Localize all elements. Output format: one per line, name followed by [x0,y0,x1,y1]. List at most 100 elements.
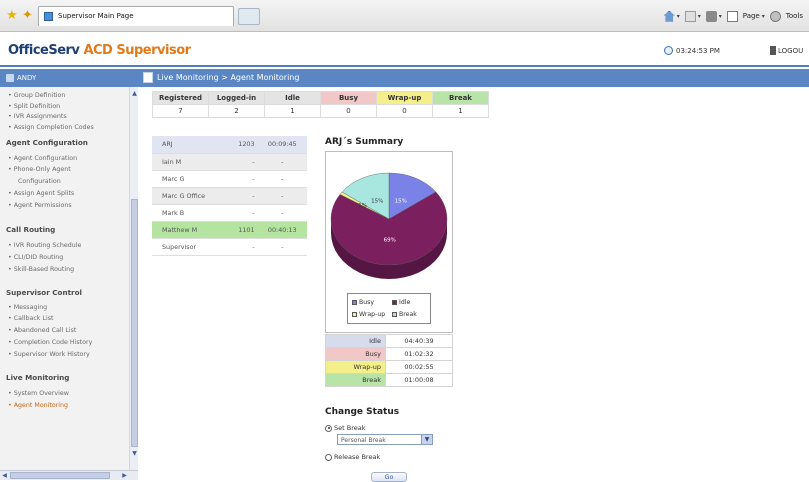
agent-name: Supervisor [152,238,218,256]
chevron-down-icon[interactable]: ▾ [677,13,680,20]
sidebar-item[interactable]: • Agent Configuration [8,155,77,162]
change-status-title: Change Status [325,407,400,417]
sidebar-item[interactable]: • Agent Permissions [8,202,72,209]
scrollbar-thumb[interactable] [131,199,138,447]
scroll-left-icon[interactable]: ◀ [0,471,9,480]
sidebar-item[interactable]: • IVR Assignments [8,113,67,120]
sidebar-item[interactable]: • Skill-Based Routing [8,266,74,273]
agent-extension: - [217,170,258,188]
chevron-down-icon[interactable]: ▾ [698,13,701,20]
sidebar-item[interactable]: • Agent Monitoring [8,402,68,409]
sidebar-hscrollbar[interactable]: ◀ ▶ [0,470,138,480]
go-button[interactable]: Go [371,472,407,482]
sidebar-item[interactable]: • Assign Agent Splits [8,190,74,197]
sidebar-section-heading: Agent Configuration [6,138,88,147]
scroll-down-icon[interactable]: ▼ [131,449,138,458]
agent-row[interactable]: Matthew M 1101 00:40:13 [152,221,307,239]
sidebar-item[interactable]: • Callback List [8,315,53,322]
favorites-star-icon[interactable]: ★ [6,9,18,22]
pie-percent-label: 15% [395,199,407,205]
time-label: Break [325,373,386,387]
agent-time: - [257,153,307,171]
sidebar-item[interactable]: • Assign Completion Codes [8,124,94,131]
time-row-busy: Busy 01:02:32 [325,347,453,361]
home-icon[interactable] [663,10,675,22]
app-header: OfficeServ ACD Supervisor 03:24:53 PM LO… [0,33,809,67]
time-row-break: Break 01:00:08 [325,373,453,387]
legend-label: Break [399,311,417,318]
sidebar-item[interactable]: • Messaging [8,304,47,311]
new-tab-button[interactable] [238,8,260,25]
header-logged-in: Logged-in [208,91,265,105]
sidebar-item[interactable]: • Completion Code History [8,339,92,346]
value-break: 1 [432,104,489,118]
agent-row[interactable]: Supervisor - - [152,238,307,256]
legend-swatch [352,300,357,305]
add-favorites-icon[interactable]: ✦ [22,9,33,22]
browser-toolbar: ★ ✦ Supervisor Main Page ▾ ▾ ▾ Page ▾ To… [0,0,809,32]
sidebar-scrollbar[interactable]: ▲ ▼ [129,87,138,470]
value-wrap-up: 0 [376,104,433,118]
agent-name: ARJ [152,136,218,154]
legend-idle: Idle [392,299,410,306]
time-row-idle: Idle 04:40:39 [325,334,453,348]
agent-time: 00:40:13 [257,221,307,239]
value-logged-in: 2 [208,104,265,118]
agent-name: Iain M [152,153,218,171]
agent-extension: - [217,153,258,171]
agent-row[interactable]: Marc G Office - - [152,187,307,205]
app-logo: OfficeServ ACD Supervisor [8,43,191,58]
sidebar-item[interactable]: • Split Definition [8,103,60,110]
set-break-label: Set Break [334,424,366,432]
sidebar-item[interactable]: • Supervisor Work History [8,351,90,358]
page-menu-icon[interactable] [726,10,738,22]
scroll-up-icon[interactable]: ▲ [131,89,138,98]
logout-link[interactable]: LOGOU [770,46,803,55]
browser-tab[interactable]: Supervisor Main Page [38,6,234,26]
set-break-radio[interactable] [325,424,332,432]
chevron-down-icon[interactable]: ▾ [719,13,722,20]
agent-time: - [257,187,307,205]
agent-row[interactable]: Iain M-- [152,153,307,171]
hscrollbar-thumb[interactable] [10,472,110,479]
sidebar-section-heading: Call Routing [6,225,56,234]
header-idle: Idle [264,91,321,105]
release-break-option[interactable]: Release Break [325,453,380,461]
sidebar-item[interactable]: • CLI/DID Routing [8,254,63,261]
time-value: 01:00:08 [385,373,453,387]
title-bar: ANDY Live Monitoring > Agent Monitoring [0,69,809,87]
break-reason-value: Personal Break [341,437,386,444]
sidebar-item[interactable]: Configuration [18,178,61,185]
breadcrumb-text: Live Monitoring > Agent Monitoring [157,73,300,82]
sidebar-item[interactable]: • Phone-Only Agent [8,166,71,173]
agent-name: Matthew M [152,221,218,239]
feeds-icon[interactable] [684,10,696,22]
page-menu[interactable]: Page [743,12,760,20]
break-reason-select[interactable]: Personal Break ▼ [337,434,433,445]
legend-label: Wrap-up [359,311,386,318]
agent-row[interactable]: ARJ 1203 00:09:45 [152,136,307,154]
agent-name: Marc G Office [152,187,218,205]
sidebar-item[interactable]: • IVR Routing Schedule [8,242,81,249]
print-icon[interactable] [705,10,717,22]
tools-icon[interactable] [769,10,781,22]
sidebar-item[interactable]: • Group Definition [8,92,65,99]
legend-busy: Busy [352,299,374,306]
scroll-right-icon[interactable]: ▶ [120,471,129,480]
agent-row[interactable]: Marc G-- [152,170,307,188]
tools-menu[interactable]: Tools [786,12,803,20]
release-break-radio[interactable] [325,453,332,461]
legend-swatch [392,312,397,317]
chevron-down-icon[interactable]: ▾ [762,13,765,20]
agent-list: ARJ 1203 00:09:45 Iain M - - Marc G - - Marc G Of… [152,136,307,256]
sidebar-item[interactable]: • System Overview [8,390,69,397]
command-bar: ▾ ▾ ▾ Page ▾ Tools [663,10,803,22]
sidebar: • Group Definition • Split Definition • IV… [0,87,138,480]
summary-title: ARJ´s Summary [325,137,404,147]
breadcrumb: Live Monitoring > Agent Monitoring [143,72,299,83]
time-label: Wrap-up [325,360,386,374]
sidebar-item[interactable]: • Abandoned Call List [8,327,76,334]
set-break-option[interactable]: Set Break [325,424,365,432]
chevron-down-icon[interactable]: ▼ [421,435,432,444]
agent-row[interactable]: Mark B-- [152,204,307,222]
